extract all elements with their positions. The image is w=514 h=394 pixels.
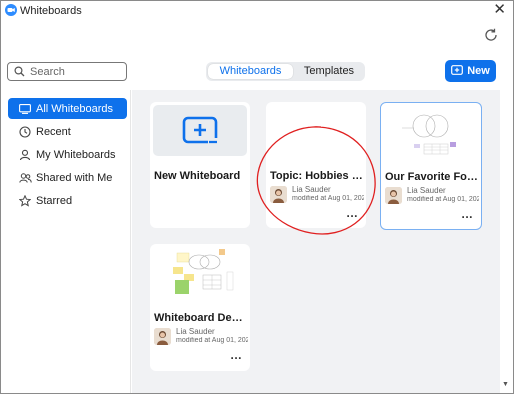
sidebar-item-shared-with-me[interactable]: Shared with Me: [8, 167, 127, 188]
card-thumbnail: [384, 106, 478, 157]
more-options-icon[interactable]: ...: [346, 206, 358, 220]
sidebar-item-label: My Whiteboards: [36, 148, 116, 161]
sidebar: All Whiteboards Recent My Whiteboards Sh…: [2, 90, 131, 393]
person-icon: [18, 148, 32, 162]
whiteboard-card-topic-hobbies[interactable]: Topic: Hobbies (week... Lia Sauder modif…: [266, 102, 366, 228]
refresh-icon[interactable]: [483, 27, 499, 43]
new-button-label: New: [467, 65, 490, 77]
modified-date: modified at Aug 01, 202...: [407, 196, 479, 203]
sidebar-item-starred[interactable]: Starred: [8, 190, 127, 211]
star-icon: [18, 194, 32, 208]
whiteboard-grid: New Whiteboard Topic: Hobbies (week... L…: [132, 90, 500, 393]
sidebar-item-label: All Whiteboards: [36, 102, 114, 115]
card-thumbnail: [153, 247, 247, 298]
avatar: [154, 328, 171, 345]
more-options-icon[interactable]: ...: [230, 348, 242, 362]
whiteboard-icon: [18, 102, 32, 116]
owner-name: Lia Sauder: [292, 185, 331, 194]
card-thumbnail: [269, 105, 363, 156]
people-icon: [18, 171, 32, 185]
new-whiteboard-button[interactable]: New: [445, 60, 496, 82]
scrollbar[interactable]: [500, 90, 512, 393]
sidebar-item-label: Starred: [36, 194, 73, 207]
card-thumbnail: [153, 105, 247, 156]
whiteboard-card-whiteboard-demo[interactable]: Whiteboard Demo Lia Sauder modified at A…: [150, 244, 250, 371]
view-switcher: Whiteboards Templates: [206, 62, 365, 81]
close-icon[interactable]: ✕: [493, 2, 506, 18]
tab-templates[interactable]: Templates: [295, 64, 363, 79]
modified-date: modified at Aug 01, 202...: [292, 195, 364, 202]
zoom-logo-icon: [5, 4, 17, 16]
card-title: Whiteboard Demo: [154, 312, 248, 324]
owner-name: Lia Sauder: [176, 327, 215, 336]
clock-icon: [18, 125, 32, 139]
sidebar-item-label: Shared with Me: [36, 171, 113, 184]
sidebar-item-label: Recent: [36, 125, 71, 138]
card-title: New Whiteboard: [154, 170, 241, 182]
tab-whiteboards[interactable]: Whiteboards: [208, 64, 293, 79]
whiteboard-card-our-favorite-foods[interactable]: Our Favorite Foods Lia Sauder modified a…: [380, 102, 482, 230]
more-options-icon[interactable]: ...: [461, 207, 473, 221]
modified-date: modified at Aug 01, 202...: [176, 337, 248, 344]
title-bar: Whiteboards ✕: [1, 1, 513, 21]
avatar: [270, 186, 287, 203]
new-whiteboard-card[interactable]: New Whiteboard: [150, 102, 250, 228]
search-box[interactable]: [7, 62, 127, 81]
sidebar-item-recent[interactable]: Recent: [8, 121, 127, 142]
sidebar-item-my-whiteboards[interactable]: My Whiteboards: [8, 144, 127, 165]
search-icon: [14, 66, 25, 80]
card-title: Our Favorite Foods: [385, 171, 479, 183]
sidebar-item-all-whiteboards[interactable]: All Whiteboards: [8, 98, 127, 119]
owner-name: Lia Sauder: [407, 186, 446, 195]
search-input[interactable]: [30, 64, 120, 79]
add-whiteboard-icon: [451, 64, 464, 78]
whiteboards-window: Whiteboards ✕ Whiteboards Templates New …: [0, 0, 514, 394]
add-whiteboard-icon: [182, 116, 218, 145]
avatar: [385, 187, 402, 204]
window-title: Whiteboards: [20, 5, 82, 17]
scroll-down-arrow-icon[interactable]: ▼: [502, 381, 509, 388]
card-title: Topic: Hobbies (week...: [270, 170, 364, 182]
